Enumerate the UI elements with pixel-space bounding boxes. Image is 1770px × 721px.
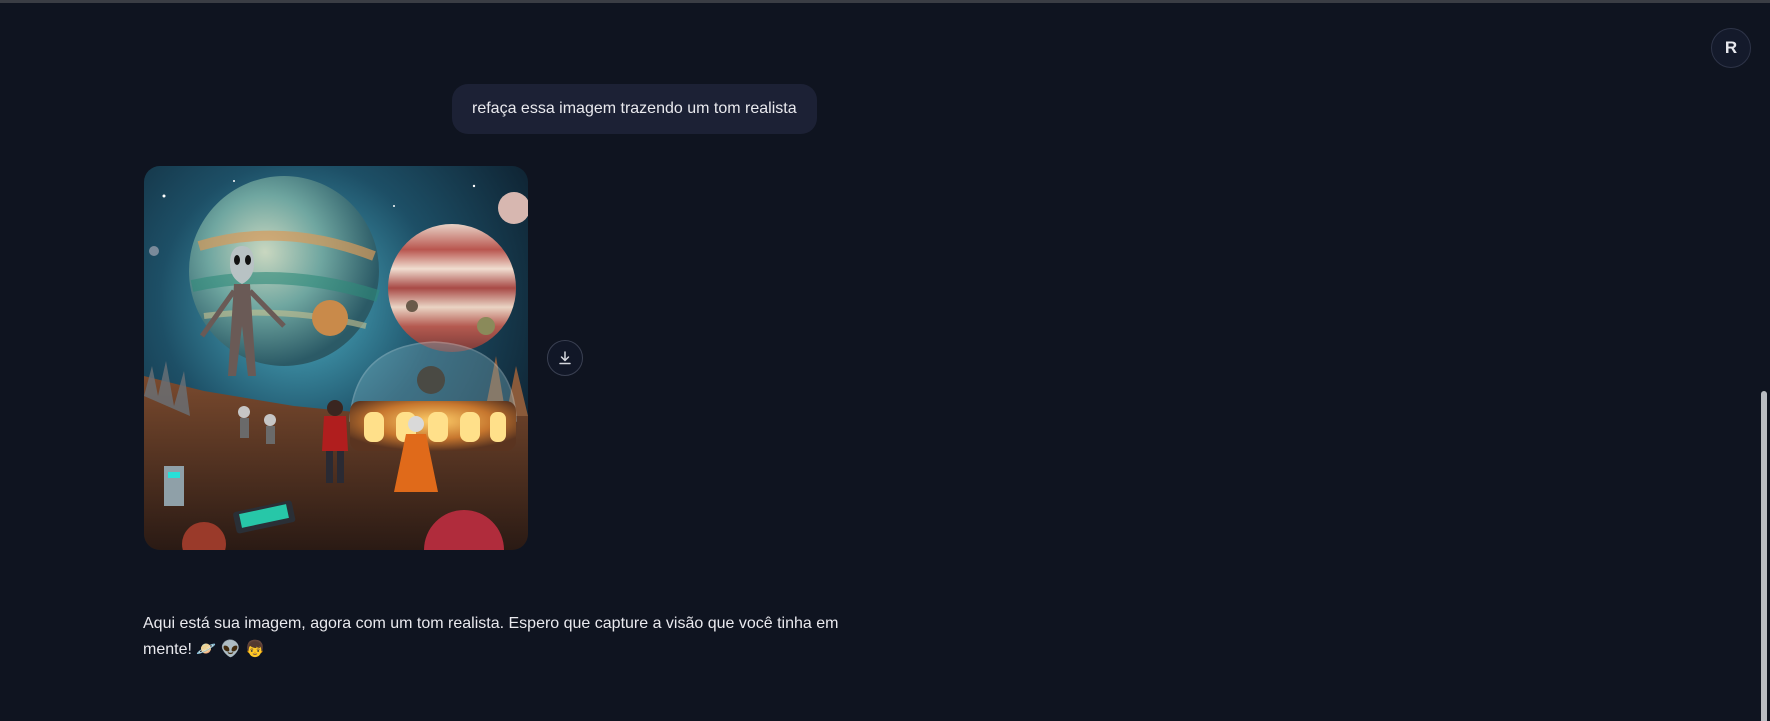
user-avatar[interactable]: R bbox=[1711, 28, 1751, 68]
assistant-message-text: Aqui está sua imagem, agora com um tom r… bbox=[143, 615, 839, 658]
scrollbar[interactable] bbox=[1758, 3, 1770, 721]
user-message-bubble: refaça essa imagem trazendo um tom reali… bbox=[452, 84, 817, 134]
window-top-border bbox=[0, 0, 1770, 3]
scrollbar-thumb[interactable] bbox=[1761, 391, 1767, 721]
assistant-message: Aqui está sua imagem, agora com um tom r… bbox=[143, 611, 843, 663]
space-scene-illustration bbox=[144, 166, 528, 550]
download-image-button[interactable] bbox=[547, 340, 583, 376]
download-icon bbox=[559, 351, 571, 365]
chat-page: R refaça essa imagem trazendo um tom rea… bbox=[0, 0, 1770, 721]
generated-image[interactable] bbox=[144, 166, 528, 550]
user-message-text: refaça essa imagem trazendo um tom reali… bbox=[472, 100, 797, 117]
